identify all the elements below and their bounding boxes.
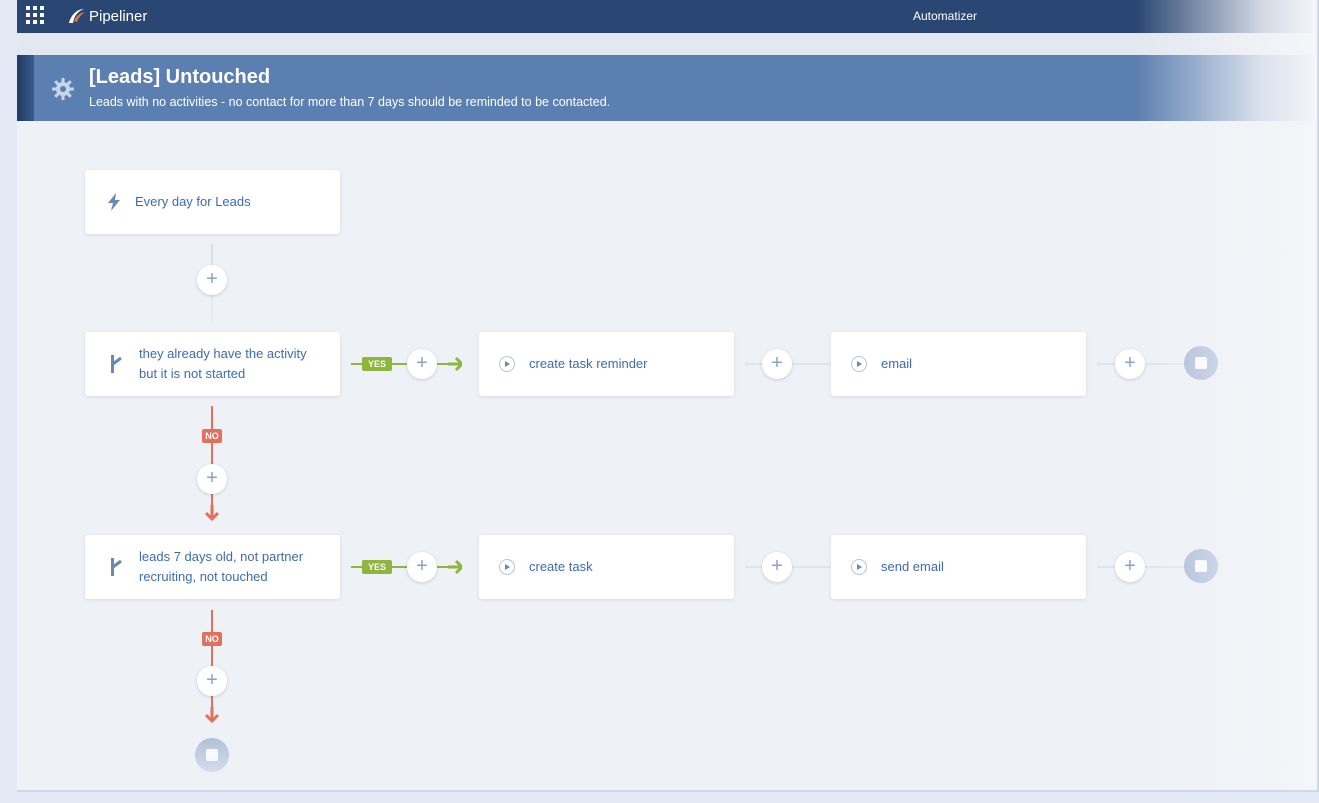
add-step-button[interactable]: + — [197, 265, 227, 295]
play-icon — [499, 559, 515, 575]
add-step-button[interactable]: + — [407, 552, 437, 582]
play-icon — [851, 559, 867, 575]
action-label: email — [881, 356, 913, 371]
condition-label-line-1: they already have the activity — [139, 346, 307, 361]
apps-grid-icon[interactable] — [26, 6, 44, 24]
play-icon — [851, 356, 867, 372]
action-label: create task reminder — [529, 356, 648, 371]
page-title: [Leads] Untouched — [89, 66, 271, 88]
play-icon — [499, 356, 515, 372]
condition-label: leads 7 days old, not partner recruiting… — [139, 547, 303, 587]
add-step-button[interactable]: + — [407, 349, 437, 379]
condition-label-line-2: but it is not started — [139, 366, 246, 381]
no-badge: NO — [202, 632, 222, 646]
action-card[interactable]: create task reminder — [479, 332, 734, 396]
end-stop-button[interactable] — [195, 738, 229, 772]
end-stop-button[interactable] — [1184, 346, 1218, 380]
arrow-down-icon — [204, 505, 220, 521]
arrow-down-icon — [204, 707, 220, 723]
no-badge: NO — [202, 429, 222, 443]
branch-icon — [111, 355, 122, 373]
end-stop-button[interactable] — [1184, 549, 1218, 583]
branch-icon — [111, 558, 122, 576]
page-description: Leads with no activities - no contact fo… — [89, 95, 611, 109]
condition-card-1[interactable]: they already have the activity but it is… — [85, 332, 340, 396]
automation-header: [Leads] Untouched Leads with no activiti… — [34, 55, 1317, 121]
module-title: Automatizer — [913, 9, 978, 23]
condition-label-line-1: leads 7 days old, not partner — [139, 549, 304, 564]
trigger-label: Every day for Leads — [135, 194, 251, 209]
top-bar: Pipeliner Automatizer — [17, 0, 1317, 33]
arrow-right-icon — [448, 559, 462, 575]
app-window: Pipeliner Automatizer [Leads] Untouched … — [17, 0, 1319, 792]
add-step-button[interactable]: + — [762, 552, 792, 582]
action-card[interactable]: send email — [831, 535, 1086, 599]
brand-name: Pipeliner — [89, 7, 148, 25]
condition-label-line-2: recruiting, not touched — [139, 569, 268, 584]
gear-icon[interactable] — [51, 77, 75, 101]
pipeliner-logo-icon — [69, 9, 85, 23]
add-step-button[interactable]: + — [1115, 552, 1145, 582]
action-card[interactable]: email — [831, 332, 1086, 396]
trigger-card[interactable]: Every day for Leads — [85, 170, 340, 234]
no-connector — [211, 610, 213, 718]
add-step-button[interactable]: + — [1115, 349, 1145, 379]
add-step-button[interactable]: + — [762, 349, 792, 379]
yes-badge: YES — [362, 357, 392, 371]
yes-badge: YES — [362, 560, 392, 574]
action-label: create task — [529, 559, 593, 574]
no-connector — [211, 406, 213, 516]
add-step-button[interactable]: + — [197, 464, 227, 494]
condition-card-2[interactable]: leads 7 days old, not partner recruiting… — [85, 535, 340, 599]
lightning-icon — [108, 193, 120, 211]
action-label: send email — [881, 559, 944, 574]
pipeliner-logo[interactable]: Pipeliner — [65, 4, 147, 28]
toolbar-strip — [17, 33, 1317, 55]
add-step-button[interactable]: + — [197, 666, 227, 696]
condition-label: they already have the activity but it is… — [139, 344, 307, 384]
arrow-right-icon — [448, 356, 462, 372]
action-card[interactable]: create task — [479, 535, 734, 599]
